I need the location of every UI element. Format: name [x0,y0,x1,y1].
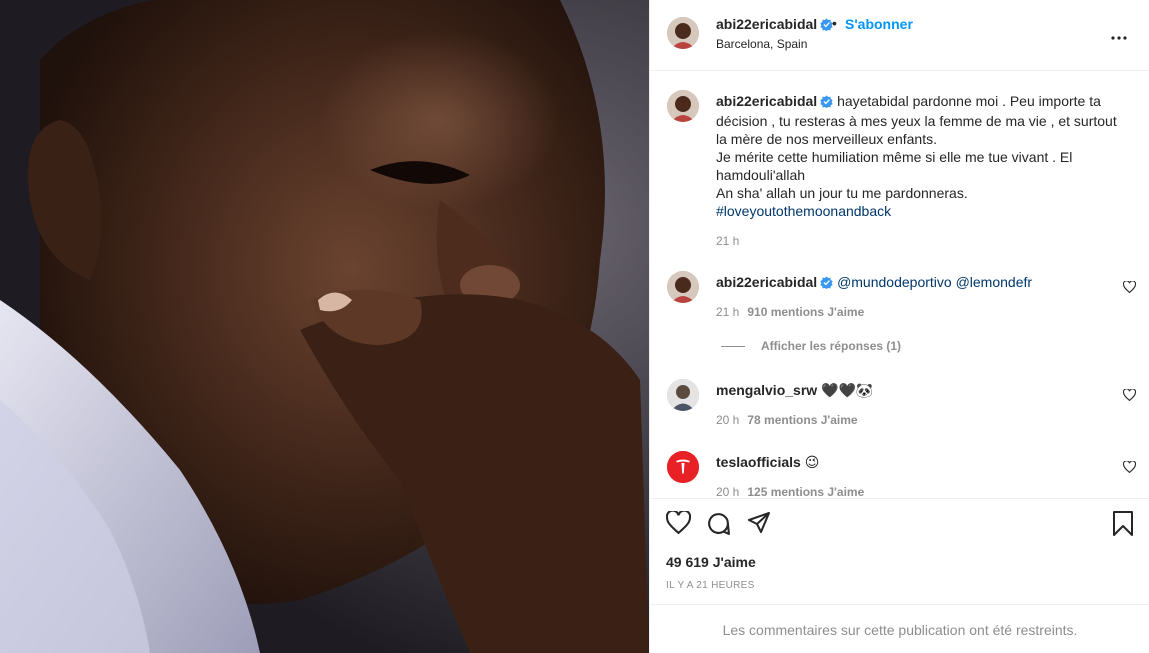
comment-meta: 21 h 910 mentions J'aime [716,305,864,319]
username[interactable]: abi22ericabidal [716,16,833,34]
caption-text: abi22ericabidal hayetabidal pardonne moi… [716,92,1126,220]
follow-button[interactable]: S'abonner [845,16,913,32]
comment-time: 21 h [716,305,740,319]
verified-icon [820,275,833,293]
avatar[interactable] [667,451,699,483]
comment-text: mengalvio_srw 🖤🖤🐼 [716,381,1126,399]
comment-likes[interactable]: 78 mentions J'aime [747,413,857,427]
comment-meta: 20 h 78 mentions J'aime [716,413,858,427]
comment-body: 😉 [804,454,820,470]
comment-username[interactable]: teslaofficials [716,454,801,470]
post-header: abi22ericabidal • S'abonner Barcelona, S… [650,0,1149,71]
avatar[interactable] [667,17,699,49]
comment-likes[interactable]: 125 mentions J'aime [747,485,864,498]
avatar[interactable] [667,379,699,411]
post-panel: abi22ericabidal • S'abonner Barcelona, S… [649,0,1149,653]
share-icon[interactable] [747,511,771,538]
comments-restricted-notice: Les commentaires sur cette publication o… [650,604,1149,653]
comment-username[interactable]: abi22ericabidal [716,274,817,290]
mention-link[interactable]: @lemondefr [956,274,1032,290]
action-bar: 49 619 J'aime IL Y A 21 HEURES Les comme… [650,498,1149,653]
post-image [0,0,649,653]
comment-text: abi22ericabidal @mundodeportivo @lemonde… [716,273,1126,293]
separator-dot: • [832,15,837,31]
heart-icon[interactable] [1122,280,1137,296]
post-timestamp[interactable]: IL Y A 21 HEURES [666,580,755,591]
heart-icon[interactable] [1122,388,1137,404]
mention-link[interactable]: @mundodeportivo [837,274,952,290]
comment-time: 20 h [716,485,740,498]
comment-body: 🖤🖤🐼 [821,382,874,398]
view-replies-label: Afficher les réponses (1) [761,339,902,353]
caption-username[interactable]: abi22ericabidal [716,93,817,109]
more-options-icon[interactable] [1111,27,1127,43]
post-photo[interactable] [0,0,649,653]
hashtag-link[interactable]: #loveyoutothemoonandback [716,203,891,219]
view-replies-button[interactable]: Afficher les réponses (1) [721,339,901,353]
bookmark-icon[interactable] [1112,511,1134,539]
caption-line: An sha' allah un jour tu me pardonneras. [716,185,968,201]
avatar[interactable] [667,90,699,122]
comment-time: 20 h [716,413,740,427]
avatar[interactable] [667,271,699,303]
caption-line: Je mérite cette humiliation même si elle… [716,149,1073,183]
comment-icon[interactable] [706,511,731,539]
verified-icon [820,94,833,112]
comments-list[interactable]: abi22ericabidal hayetabidal pardonne moi… [650,72,1149,498]
likes-count[interactable]: 49 619 J'aime [666,554,756,570]
divider-line [721,346,745,348]
comment-username[interactable]: mengalvio_srw [716,382,817,398]
heart-icon[interactable] [665,509,692,537]
caption-time: 21 h [716,234,740,248]
heart-icon[interactable] [1122,460,1137,476]
location-link[interactable]: Barcelona, Spain [716,37,807,51]
comment-likes[interactable]: 910 mentions J'aime [747,305,864,319]
comment-meta: 20 h 125 mentions J'aime [716,485,864,498]
comment-text: teslaofficials 😉 [716,453,1126,471]
